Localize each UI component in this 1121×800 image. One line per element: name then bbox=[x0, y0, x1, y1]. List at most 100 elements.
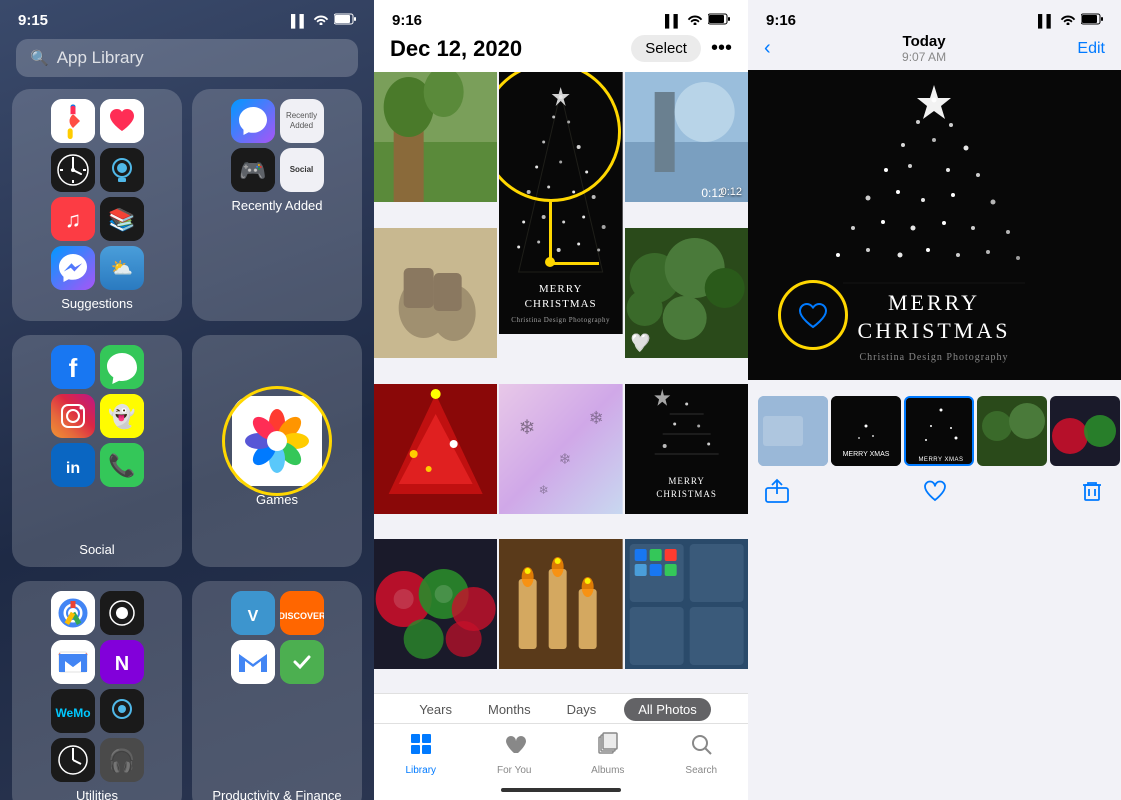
photo-xmas-main[interactable]: MERRY CHRISTMAS Christina Design Photogr… bbox=[499, 72, 622, 334]
strip-thumb-5[interactable] bbox=[1050, 396, 1120, 466]
photo-boots[interactable] bbox=[374, 228, 497, 358]
photo-pastel[interactable]: ❄ ❄ ❄ ❄ bbox=[499, 384, 622, 514]
svg-text:DISCOVER: DISCOVER bbox=[280, 611, 324, 621]
heart-favorite-button[interactable] bbox=[922, 478, 948, 510]
edit-button[interactable]: Edit bbox=[1077, 40, 1105, 58]
svg-text:❄: ❄ bbox=[519, 417, 536, 439]
app-facebook[interactable]: f bbox=[51, 345, 95, 389]
app-social-mini[interactable]: Social bbox=[280, 148, 324, 192]
app-health[interactable] bbox=[100, 99, 144, 143]
time-p3: 9:16 bbox=[766, 12, 796, 29]
social-games-row: f bbox=[12, 335, 362, 567]
app-gmail[interactable] bbox=[51, 640, 95, 684]
games-group: Games bbox=[192, 335, 362, 567]
app-clock[interactable] bbox=[51, 148, 95, 192]
app-photos[interactable] bbox=[51, 99, 95, 143]
photos-header: Dec 12, 2020 Select ••• bbox=[374, 29, 748, 72]
svg-text:📞: 📞 bbox=[108, 451, 136, 478]
recently-added-grid: Recently Added 🎮 Social bbox=[231, 99, 324, 192]
video-duration: 0:12 bbox=[721, 186, 742, 198]
back-button[interactable]: ‹ bbox=[764, 37, 771, 60]
select-button[interactable]: Select bbox=[631, 35, 701, 62]
svg-text:N: N bbox=[114, 653, 128, 675]
panel-photos-grid: 9:16 ▌▌ Dec 12, 2020 Select ••• bbox=[374, 0, 748, 800]
productivity-group: V DISCOVER bbox=[192, 581, 362, 800]
photo-strip[interactable]: MERRY XMAS MERRY XMAS bbox=[748, 390, 1121, 470]
strip-thumb-1[interactable] bbox=[758, 396, 828, 466]
suggestions-grid bbox=[51, 99, 144, 192]
social-grid-row2: in 📞 bbox=[51, 443, 144, 536]
app-snapchat[interactable]: 👻 bbox=[100, 394, 144, 438]
app-messenger-ra[interactable] bbox=[231, 99, 275, 143]
strip-thumb-3[interactable]: MERRY XMAS bbox=[904, 396, 974, 466]
photo-grid: MERRY CHRISTMAS Christina Design Photogr… bbox=[374, 72, 748, 693]
more-button[interactable]: ••• bbox=[711, 37, 732, 60]
app-ring-util[interactable] bbox=[100, 689, 144, 733]
photo-title: Today bbox=[902, 33, 946, 50]
app-weather-s[interactable]: ⛅ bbox=[100, 246, 144, 290]
status-bar-p2: 9:16 ▌▌ bbox=[374, 0, 748, 29]
tab-albums[interactable]: Albums bbox=[561, 732, 655, 776]
app-gmail-prod[interactable] bbox=[231, 640, 275, 684]
battery-p3 bbox=[1081, 13, 1103, 28]
for-you-tab-label: For You bbox=[497, 765, 531, 776]
photo-screenshots[interactable] bbox=[625, 539, 748, 669]
photo-red-tree[interactable] bbox=[374, 384, 497, 514]
share-button[interactable] bbox=[764, 478, 790, 510]
svg-text:👻: 👻 bbox=[108, 403, 135, 430]
photo-greenery[interactable]: 🤍 bbox=[625, 228, 748, 358]
app-messenger-s[interactable] bbox=[51, 246, 95, 290]
app-clock-util[interactable] bbox=[51, 738, 95, 782]
app-library-search[interactable]: 🔍 App Library bbox=[16, 39, 358, 77]
svg-text:❄: ❄ bbox=[589, 408, 604, 428]
app-wemo[interactable]: WeMo bbox=[51, 689, 95, 733]
photo-main-display[interactable]: MERRY CHRISTMAS Christina Design Photogr… bbox=[748, 70, 1121, 380]
app-books[interactable]: 📚 bbox=[100, 197, 144, 241]
suggestions-group: ♫ 📚 bbox=[12, 89, 182, 321]
app-photos-large[interactable] bbox=[232, 396, 322, 486]
tab-for-you[interactable]: For You bbox=[468, 732, 562, 776]
nav-days[interactable]: Days bbox=[559, 698, 605, 721]
app-ra-label[interactable]: Recently Added bbox=[280, 99, 324, 143]
home-indicator-p2 bbox=[374, 780, 748, 800]
photo-outdoor1[interactable] bbox=[374, 72, 497, 202]
wifi-p3 bbox=[1060, 13, 1076, 28]
photo-baubles[interactable] bbox=[374, 539, 497, 669]
app-messages[interactable] bbox=[100, 345, 144, 389]
delete-button[interactable] bbox=[1079, 478, 1105, 510]
app-controls[interactable] bbox=[100, 591, 144, 635]
nav-all-photos[interactable]: All Photos bbox=[624, 698, 711, 721]
svg-text:MERRY: MERRY bbox=[539, 283, 583, 295]
app-games[interactable]: 🎮 bbox=[231, 148, 275, 192]
photo-detail-header: ‹ Today 9:07 AM Edit bbox=[748, 29, 1121, 70]
strip-thumb-2[interactable]: MERRY XMAS bbox=[831, 396, 901, 466]
app-venmo[interactable]: V bbox=[231, 591, 275, 635]
tab-library[interactable]: Library bbox=[374, 732, 468, 776]
photos-tab-bar: Library For You Albums Search bbox=[374, 723, 748, 780]
signal-p3: ▌▌ bbox=[1038, 14, 1055, 28]
app-discover[interactable]: DISCOVER bbox=[280, 591, 324, 635]
svg-text:❄: ❄ bbox=[559, 451, 572, 468]
svg-text:CHRISTMAS: CHRISTMAS bbox=[525, 298, 597, 310]
app-nubank[interactable]: N bbox=[100, 640, 144, 684]
utilities-label: Utilities bbox=[76, 788, 118, 800]
app-ring[interactable] bbox=[100, 148, 144, 192]
nav-years[interactable]: Years bbox=[411, 698, 460, 721]
app-headphones[interactable]: 🎧 bbox=[100, 738, 144, 782]
app-instagram[interactable] bbox=[51, 394, 95, 438]
app-music[interactable]: ♫ bbox=[51, 197, 95, 241]
strip-thumb-4[interactable] bbox=[977, 396, 1047, 466]
photo-outdoor2[interactable]: 0:12 0:12 bbox=[625, 72, 748, 202]
photo-candles[interactable] bbox=[499, 539, 622, 669]
tab-search[interactable]: Search bbox=[655, 732, 749, 776]
photos-date: Dec 12, 2020 bbox=[390, 36, 522, 62]
app-nubank-prod[interactable] bbox=[280, 640, 324, 684]
nav-months[interactable]: Months bbox=[480, 698, 539, 721]
signal-icon: ▌▌ bbox=[291, 14, 308, 28]
wifi-p2 bbox=[687, 13, 703, 28]
photo-xmas3[interactable]: MERRY CHRISTMAS bbox=[625, 384, 748, 514]
app-chrome[interactable] bbox=[51, 591, 95, 635]
app-phone[interactable]: 📞 bbox=[100, 443, 144, 487]
social-grid: f bbox=[51, 345, 144, 438]
app-linkedin[interactable]: in bbox=[51, 443, 95, 487]
